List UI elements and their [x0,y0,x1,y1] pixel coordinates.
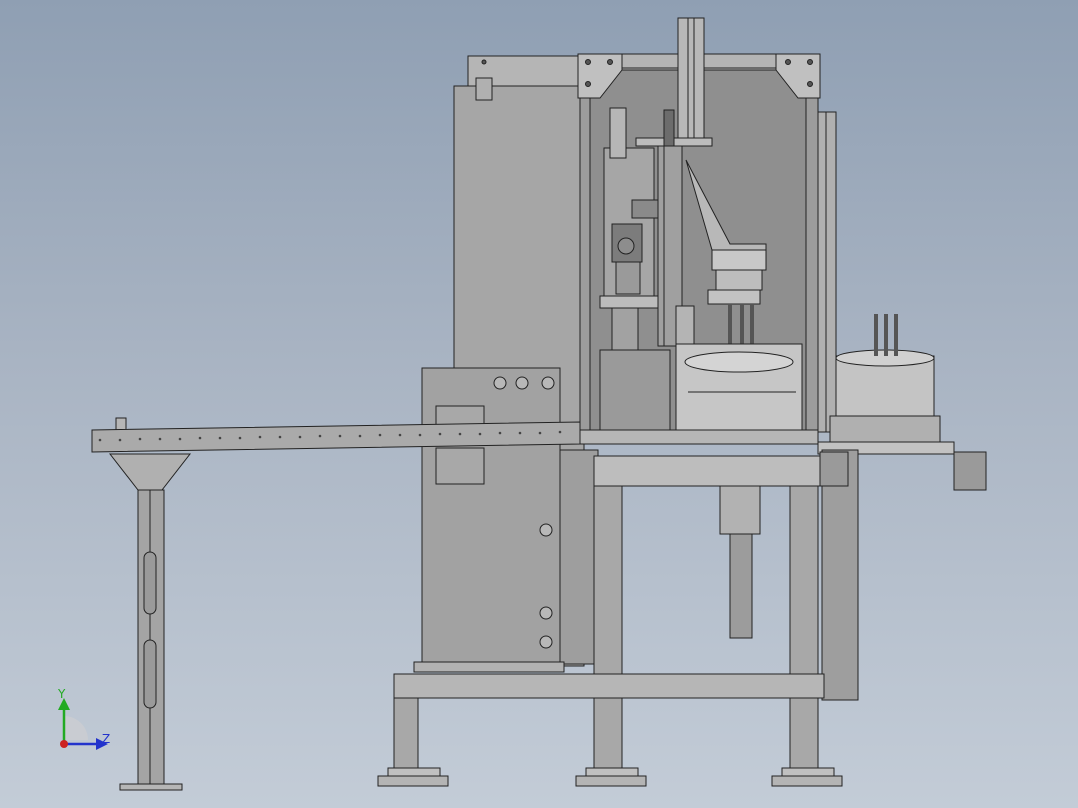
rotary-drum [599,343,803,431]
left-support-leg [108,453,192,791]
cad-viewport[interactable]: Y Z [0,0,1078,808]
y-axis-label: Y [57,687,66,701]
leveling-feet [377,767,843,787]
cabinet-port-1 [539,523,553,537]
machine-drawing: Y Z [57,17,987,791]
feeder-bowl [817,314,955,455]
z-axis-label: Z [102,732,110,746]
cabinet-port-3 [539,635,553,649]
cabinet-port-2 [539,606,553,620]
axis-triad: Y Z [57,687,110,750]
